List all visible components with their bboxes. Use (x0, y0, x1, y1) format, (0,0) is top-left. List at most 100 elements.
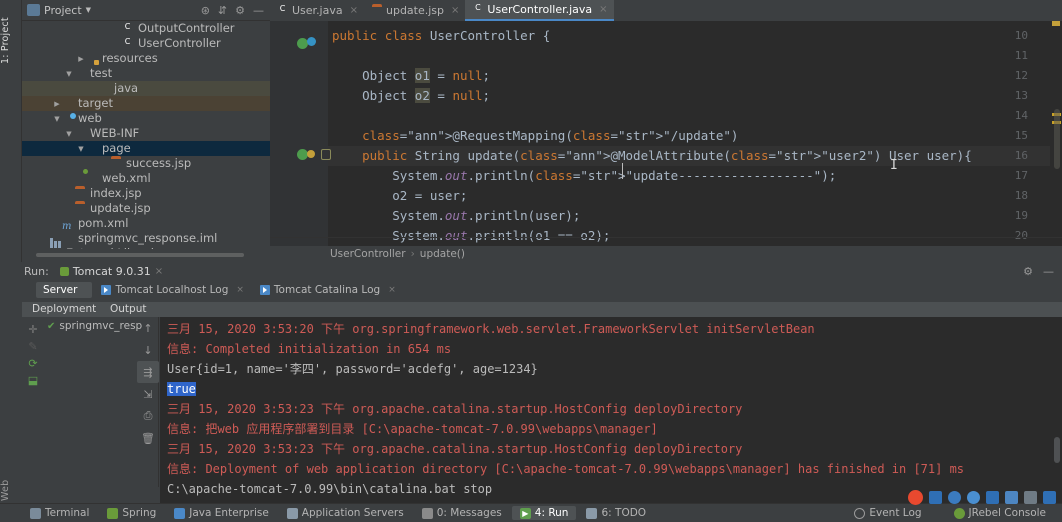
tree-node-resources[interactable]: ▶ resources (22, 51, 270, 66)
run-panel-header: Run: Tomcat 9.0.31 × ⚙ — (0, 262, 1062, 281)
run-sub-tab-tomcat-localhost-log[interactable]: Tomcat Localhost Log × (94, 282, 250, 298)
keyboard-icon[interactable] (1005, 491, 1018, 504)
scroll-to-end-icon[interactable]: ⇲ (137, 383, 159, 405)
emoji-icon[interactable] (967, 491, 980, 504)
soft-wrap-icon[interactable]: ⇶ (137, 361, 159, 383)
tree-node-web[interactable]: ▼ web (22, 111, 270, 126)
ime-chinese-icon[interactable] (929, 491, 942, 504)
scrollbar-thumb[interactable] (1054, 109, 1060, 169)
project-tree[interactable]: OutputController UserController ▶ resources… (22, 21, 270, 249)
scroll-up-icon[interactable]: ↑ (137, 317, 159, 339)
close-icon[interactable]: × (451, 5, 459, 16)
user-icon[interactable] (1024, 491, 1037, 504)
tool-window-button-project[interactable]: 1: Project (0, 2, 22, 64)
tree-node-target[interactable]: ▶ target (22, 96, 270, 111)
run-sub-tabs[interactable]: Server Tomcat Localhost Log × Tomcat Catali… (0, 281, 1062, 299)
ime-dot-icon[interactable] (948, 491, 961, 504)
status-bar-right[interactable]: Event Log JRebel Console (844, 506, 1062, 520)
status-bar-button-0--messages[interactable]: 0: Messages (414, 506, 510, 520)
print-icon[interactable]: ⎙ (137, 405, 159, 427)
collapse-all-icon[interactable]: ⇵ (218, 5, 227, 16)
breadcrumb-class[interactable]: UserController (330, 248, 406, 260)
status-bar-button-4--run[interactable]: ▶ 4: Run (511, 506, 577, 520)
tree-node-usercontroller[interactable]: UserController (22, 36, 270, 51)
minimize-icon[interactable]: — (1043, 265, 1054, 278)
spring-icon (107, 507, 119, 519)
tree-node-external-libraries[interactable]: ▶External Libraries (22, 246, 270, 249)
close-icon[interactable]: × (155, 266, 163, 277)
scroll-down-icon[interactable]: ↓ (137, 339, 159, 361)
status-bar-tool-buttons[interactable]: Terminal Spring Java Enterprise Application… (20, 506, 654, 520)
editor-gutter[interactable] (270, 21, 328, 258)
status-bar-button-label: 4: Run (534, 507, 569, 519)
tree-node-pom-xml[interactable]: m pom.xml (22, 216, 270, 232)
target-icon[interactable]: ⊛ (201, 5, 210, 16)
tree-node-label: test (90, 66, 113, 80)
tree-node-web-inf[interactable]: ▼ WEB-INF (22, 126, 270, 141)
editor-tab-user-java[interactable]: User.java × (270, 0, 364, 21)
tool-window-button-web[interactable]: Web (0, 465, 22, 501)
console-scrollbar-thumb[interactable] (1054, 437, 1060, 463)
console-output[interactable]: 三月 15, 2020 3:53:20 下午 org.springframewo… (160, 317, 1062, 503)
sogou-ime-icon[interactable] (908, 490, 923, 505)
console-line: 信息: 把web 应用程序部署到目录 [C:\apache-tomcat-7.0… (167, 422, 658, 436)
minimize-icon[interactable]: — (253, 5, 264, 16)
editor-tab-usercontroller-java[interactable]: UserController.java × (465, 0, 614, 21)
messages-icon (421, 507, 433, 519)
bookmark-icon[interactable] (321, 149, 331, 160)
download-icon[interactable] (986, 491, 999, 504)
editor-tab-bar[interactable]: User.java × update.jsp × UserController.java… (270, 0, 1062, 21)
tree-node-web-xml[interactable]: web.xml (22, 171, 270, 186)
status-bar-button-java-enterprise[interactable]: Java Enterprise (166, 506, 277, 520)
run-sub-tab-server[interactable]: Server (36, 282, 93, 298)
status-bar-button-6--todo[interactable]: 6: TODO (578, 506, 654, 520)
tree-arrow-icon[interactable]: ▼ (52, 115, 62, 123)
gear-icon[interactable]: ⚙ (1023, 265, 1033, 278)
close-icon[interactable]: × (388, 285, 396, 295)
tree-node-label: web (78, 111, 102, 125)
trash-icon[interactable]: 🗑 (137, 427, 159, 449)
refresh-icon[interactable]: ⟳ (25, 355, 41, 372)
breadcrumb[interactable]: UserController › update() (270, 246, 1062, 261)
editor-scrollbar[interactable] (1050, 21, 1062, 258)
gear-icon[interactable]: ⚙ (235, 5, 245, 16)
tree-arrow-icon[interactable]: ▼ (64, 130, 74, 138)
status-bar-button-application-servers[interactable]: Application Servers (279, 506, 412, 520)
status-bar-button-spring[interactable]: Spring (99, 506, 164, 520)
tree-arrow-icon[interactable]: ▼ (64, 70, 74, 78)
code-area[interactable]: 101112131415161718192021 public class Us… (270, 21, 1062, 258)
tree-arrow-icon[interactable]: ▼ (76, 145, 86, 153)
tree-node-update-jsp[interactable]: update.jsp (22, 201, 270, 216)
tree-node-test[interactable]: ▼ test (22, 66, 270, 81)
status-bar-right-event-log[interactable]: Event Log (846, 506, 929, 520)
terminal-icon (30, 507, 41, 519)
tree-node-outputcontroller[interactable]: OutputController (22, 21, 270, 36)
run-configuration-tab[interactable]: Tomcat 9.0.31 × (56, 265, 167, 278)
run-sub-tab-tomcat-catalina-log[interactable]: Tomcat Catalina Log × (253, 282, 403, 298)
editor-tab-update-jsp[interactable]: update.jsp × (364, 0, 465, 21)
tree-node-index-jsp[interactable]: index.jsp (22, 186, 270, 201)
tool-window-label-web: Web (0, 479, 11, 501)
tree-node-springmvc-response-iml[interactable]: springmvc_response.iml (22, 231, 270, 246)
run-sub-tab-label: Tomcat Localhost Log (115, 284, 229, 296)
edit-icon[interactable]: ✎ (25, 338, 41, 355)
tree-arrow-icon[interactable]: ▶ (76, 55, 86, 63)
chevron-down-icon[interactable]: ▼ (86, 6, 91, 14)
status-bar-button-terminal[interactable]: Terminal (22, 506, 97, 520)
deploy-icon[interactable]: ⬓ (25, 372, 41, 389)
close-icon[interactable]: × (599, 4, 607, 15)
close-icon[interactable]: × (236, 285, 244, 295)
project-tree-hscrollbar[interactable] (22, 251, 270, 258)
tree-node-label: WEB-INF (90, 126, 140, 140)
editor-area: User.java × update.jsp × UserController.java… (270, 0, 1062, 258)
close-icon[interactable]: × (350, 5, 358, 16)
tray-more-icon[interactable] (1043, 491, 1056, 504)
move-icon[interactable]: ✛ (25, 321, 41, 338)
tree-node-success-jsp[interactable]: success.jsp (22, 156, 270, 171)
tree-node-java[interactable]: java (22, 81, 270, 96)
tree-node-page[interactable]: ▼ page (22, 141, 270, 156)
line-number: 12 (1014, 69, 1028, 82)
tree-arrow-icon[interactable]: ▶ (52, 100, 62, 108)
breadcrumb-method[interactable]: update() (420, 248, 465, 260)
status-bar-right-jrebel-console[interactable]: JRebel Console (946, 506, 1054, 520)
